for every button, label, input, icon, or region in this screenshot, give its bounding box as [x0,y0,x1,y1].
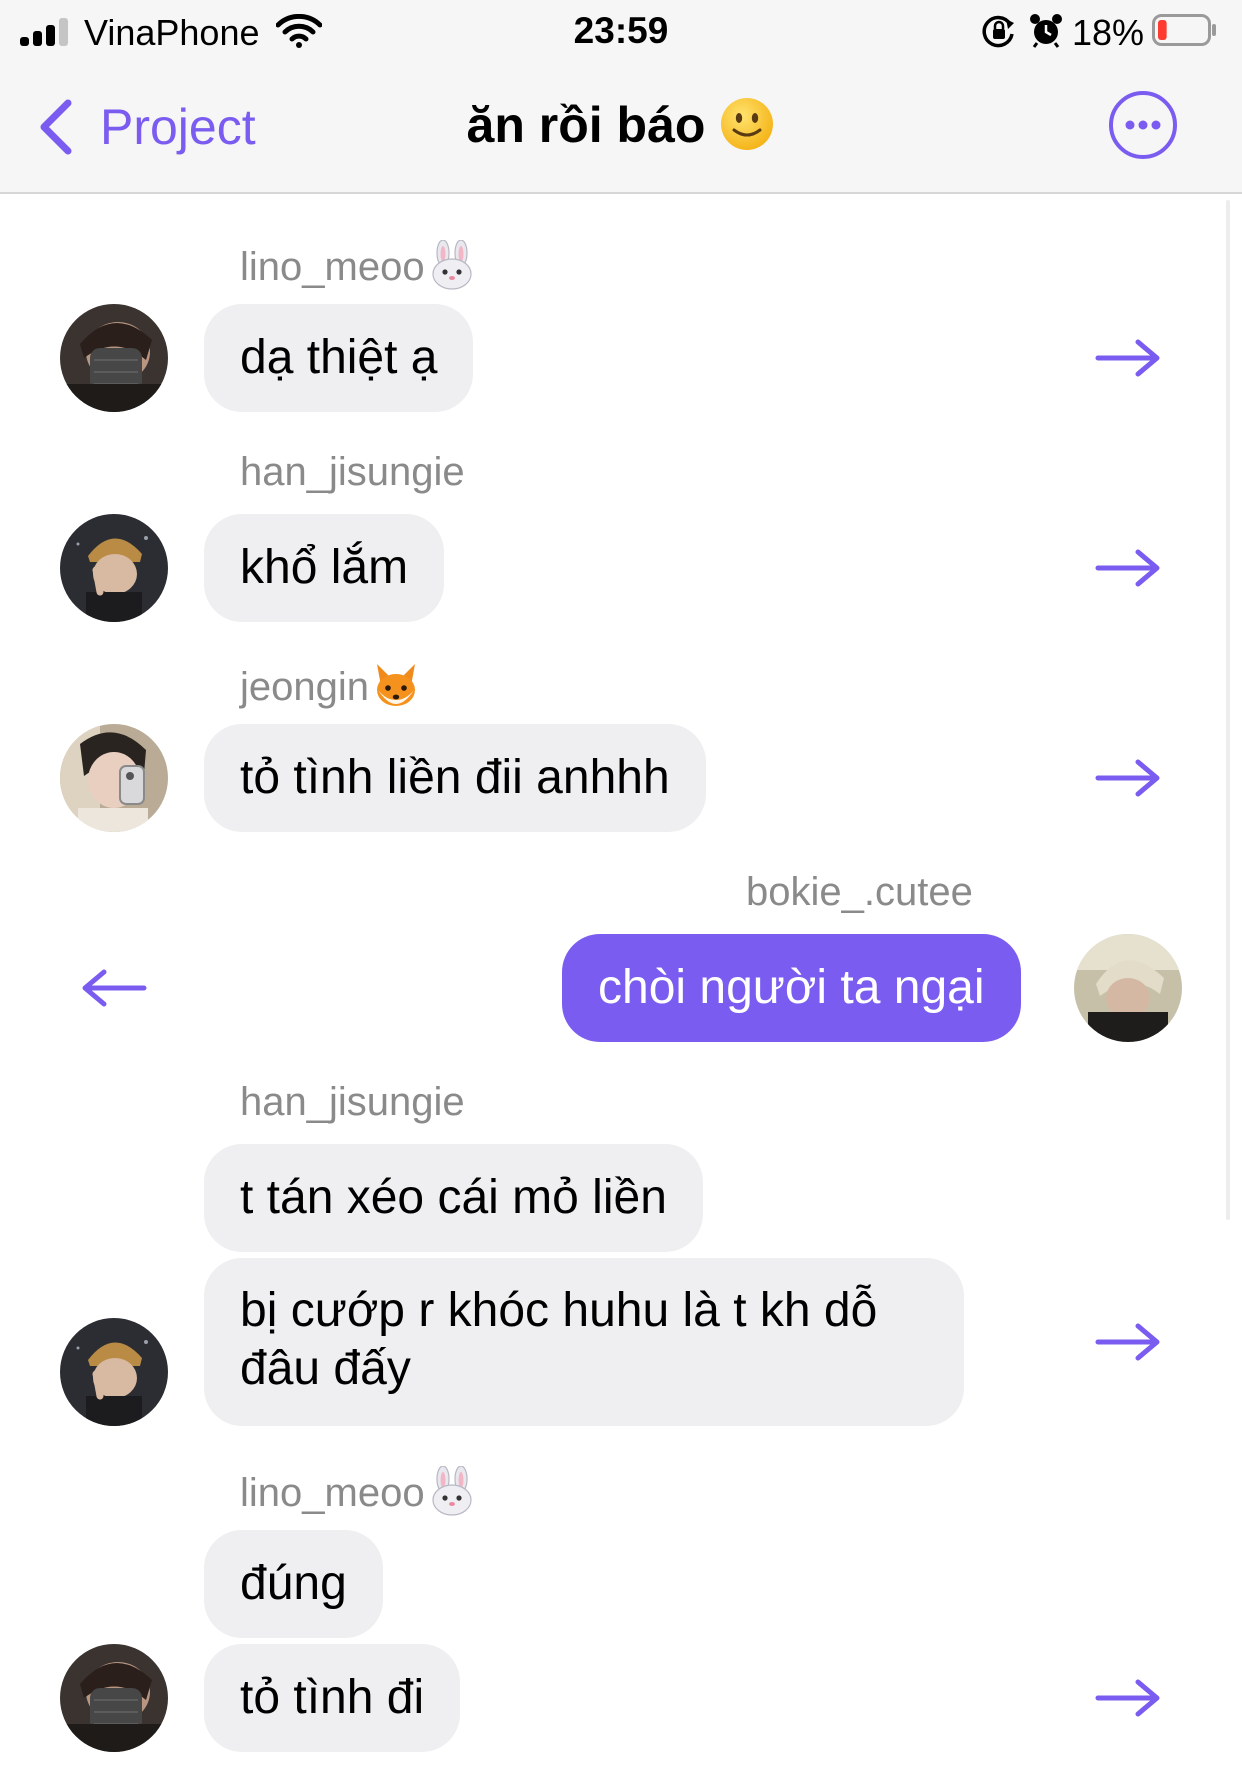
battery-icon [1152,14,1216,46]
forward-arrow-icon[interactable] [1094,338,1162,378]
message-bubble[interactable]: tỏ tình liền đii anhhh [204,724,706,832]
message-bubble[interactable]: t tán xéo cái mỏ liền [204,1144,703,1252]
sender-name: lino_meoo [240,1466,475,1516]
avatar[interactable] [60,514,168,622]
message-bubble[interactable]: bị cướp r khóc huhu là t kh dỗ đâu đấy [204,1258,964,1426]
fox-face-icon [373,660,419,710]
rabbit-face-icon [429,1466,475,1516]
message-bubble[interactable]: đúng [204,1530,383,1638]
avatar[interactable] [60,724,168,832]
sender-name: han_jisungie [240,450,465,494]
chat-title: ăn rồi báo [0,96,1242,154]
status-bar: VinaPhone 23:59 18% [0,0,1242,62]
avatar[interactable] [60,304,168,412]
message-bubble[interactable]: khổ lắm [204,514,445,622]
slightly-smiling-face-icon [721,98,774,150]
forward-arrow-icon[interactable] [1094,1322,1162,1362]
sender-name-text: lino_meoo [240,1471,425,1515]
message-bubble-outgoing[interactable]: chòi người ta ngại [562,934,1021,1042]
sender-name-text: lino_meoo [240,245,425,289]
message-bubble[interactable]: tỏ tình đi [204,1644,461,1752]
sender-name: bokie_.cutee [746,870,973,914]
sender-name: jeongin [240,660,419,710]
avatar[interactable] [1074,934,1182,1042]
chat-title-text: ăn rồi báo [466,97,706,153]
rabbit-face-icon [429,240,475,290]
forward-arrow-icon[interactable] [1094,758,1162,798]
sender-name: lino_meoo [240,240,475,290]
orientation-lock-icon [982,15,1014,48]
avatar[interactable] [60,1318,168,1426]
avatar[interactable] [60,1644,168,1752]
forward-arrow-icon[interactable] [1094,1678,1162,1718]
sender-name: han_jisungie [240,1080,465,1124]
navigation-bar: Project ăn rồi báo [0,62,1242,194]
scrollbar[interactable] [1226,200,1230,1220]
battery-percent: 18% [1072,12,1145,53]
message-line: bị cướp r khóc huhu là t kh dỗ [240,1284,878,1337]
sender-name-text: jeongin [240,665,370,709]
alarm-icon [1030,14,1062,48]
reply-arrow-icon[interactable] [80,968,148,1008]
message-line: đâu đấy [240,1342,411,1395]
more-options-icon[interactable] [1108,90,1178,160]
message-bubble[interactable]: dạ thiệt ạ [204,304,474,412]
forward-arrow-icon[interactable] [1094,548,1162,588]
